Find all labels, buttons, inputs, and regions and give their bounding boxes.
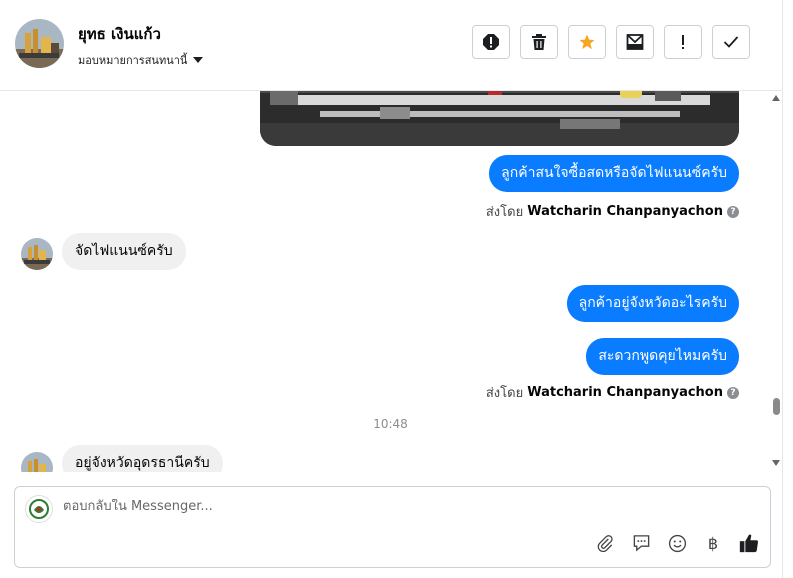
incoming-message[interactable]: จัดไฟแนนซ์ครับ — [62, 233, 186, 270]
message-thread[interactable]: ลูกค้าสนใจซื้อสดหรือจัดไฟแนนซ์ครับ ส่งโด… — [0, 91, 769, 472]
help-icon[interactable]: ? — [727, 386, 739, 399]
attachment-icon — [597, 535, 613, 552]
outgoing-message[interactable]: ลูกค้าสนใจซื้อสดหรือจัดไฟแนนซ์ครับ — [489, 155, 739, 192]
contact-avatar-small[interactable] — [21, 238, 53, 270]
scrollbar-thumb[interactable] — [773, 398, 780, 415]
scroll-down-arrow-icon[interactable] — [772, 460, 780, 466]
outgoing-message[interactable]: สะดวกพูดคุยไหมครับ — [586, 338, 739, 375]
star-button[interactable] — [568, 25, 606, 59]
sent-by-label: ส่งโดย Watcharin Chanpanyachon ? — [486, 201, 739, 222]
outgoing-message[interactable]: ลูกค้าอยู่จังหวัดอะไรครับ — [566, 285, 739, 322]
payment-button[interactable]: ฿ — [702, 532, 724, 554]
sent-by-prefix: ส่งโดย — [485, 205, 524, 220]
delete-button[interactable] — [520, 25, 558, 59]
thumbs-up-button[interactable] — [738, 532, 760, 554]
saved-reply-icon — [633, 535, 649, 552]
incoming-message[interactable]: อยู่จังหวัดอุดรธานีครับ — [62, 445, 223, 472]
assign-conversation-dropdown[interactable]: มอบหมายการสนทนานี้ — [78, 51, 204, 69]
emoji-button[interactable] — [666, 532, 688, 554]
sent-by-prefix: ส่งโดย — [485, 386, 524, 401]
help-icon[interactable]: ? — [727, 205, 739, 218]
car-engine-photo[interactable] — [260, 91, 739, 146]
trash-icon — [532, 34, 546, 50]
window-edge — [782, 0, 793, 578]
spam-report-button[interactable] — [472, 25, 510, 59]
contact-name: ยุทธ เงินแก้ว — [78, 25, 161, 43]
mark-unread-button[interactable] — [616, 25, 654, 59]
sent-by-label: ส่งโดย Watcharin Chanpanyachon ? — [486, 382, 739, 403]
contact-avatar-small[interactable] — [21, 452, 53, 472]
sent-by-name: Watcharin Chanpanyachon — [527, 385, 723, 400]
reply-input[interactable] — [63, 499, 583, 514]
important-button[interactable] — [664, 25, 702, 59]
saved-replies-button[interactable] — [630, 532, 652, 554]
thumbs-up-icon — [739, 534, 758, 553]
page-logo-avatar — [25, 495, 53, 523]
assign-label: มอบหมายการสนทนานี้ — [78, 54, 188, 67]
spam-report-icon — [483, 34, 499, 50]
contact-avatar[interactable] — [15, 19, 64, 68]
mark-unread-icon — [626, 34, 644, 50]
conversation-header: ยุทธ เงินแก้ว มอบหมายการสนทนานี้ — [0, 0, 781, 91]
sent-by-name: Watcharin Chanpanyachon — [527, 204, 723, 219]
star-icon — [579, 34, 595, 50]
reply-composer: ฿ — [14, 486, 771, 568]
baht-payment-icon: ฿ — [707, 533, 719, 553]
scroll-up-arrow-icon[interactable] — [772, 95, 780, 101]
done-check-icon — [723, 36, 739, 48]
message-timestamp: 10:48 — [373, 417, 408, 431]
chevron-down-icon — [193, 57, 204, 63]
mark-done-button[interactable] — [712, 25, 750, 59]
important-icon — [682, 35, 684, 49]
conversation-actions — [472, 25, 750, 59]
emoji-icon — [668, 534, 686, 552]
composer-toolbar: ฿ — [594, 532, 760, 554]
attach-button[interactable] — [594, 532, 616, 554]
